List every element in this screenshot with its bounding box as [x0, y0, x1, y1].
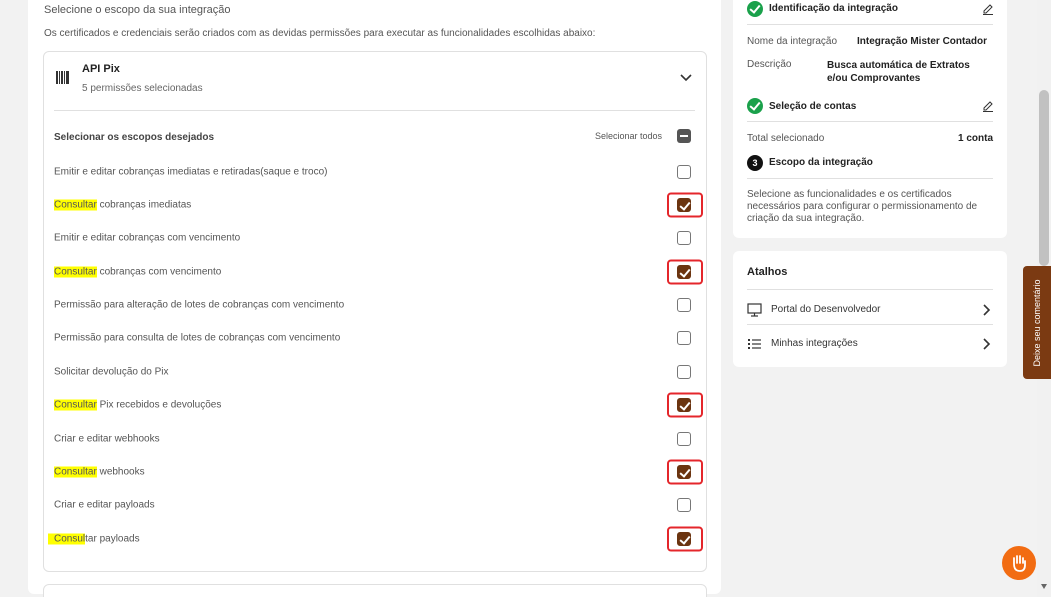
check-circle-icon	[747, 1, 763, 17]
chevron-right-icon	[983, 304, 991, 316]
permission-label: Criar e editar webhooks	[54, 434, 160, 445]
description-label: Descrição	[747, 59, 792, 70]
permissions-count: 5 permissões selecionadas	[82, 83, 203, 94]
chevron-right-icon	[983, 338, 991, 350]
permission-text: Criar e editar webhooks	[54, 433, 160, 445]
permission-text: cobranças imediatas	[96, 199, 192, 211]
scroll-down-arrow-icon[interactable]	[1041, 584, 1047, 589]
edit-icon[interactable]	[982, 3, 994, 15]
permission-text: Pix recebidos e devoluções	[96, 399, 222, 411]
permission-checkbox[interactable]	[677, 298, 691, 312]
permission-row[interactable]: Consultar webhooks	[54, 457, 709, 487]
permission-text: Permissão para alteração de lotes de cob…	[54, 299, 345, 311]
step-identification-title: Identificação da integração	[769, 3, 898, 14]
permission-checkbox[interactable]	[677, 231, 691, 245]
divider	[54, 110, 695, 111]
step-scope-title: Escopo da integração	[769, 157, 873, 168]
description-value: Busca automática de Extratos e/ou Compro…	[827, 60, 970, 84]
step-scope-description: Selecione as funcionalidades e os certif…	[747, 189, 978, 224]
annotation-box	[667, 259, 703, 285]
permission-row[interactable]: Emitir e editar cobranças com vencimento	[54, 223, 709, 253]
divider	[747, 324, 993, 325]
developer-portal-label: Portal do Desenvolvedor	[771, 304, 881, 315]
permission-row[interactable]: Criar e editar webhooks	[54, 424, 709, 454]
permission-row[interactable]: Consultar payloads	[48, 524, 709, 554]
divider	[747, 24, 993, 25]
permission-row[interactable]: Criar e editar payloads	[54, 490, 709, 520]
divider	[747, 178, 993, 179]
total-selected-label: Total selecionado	[747, 133, 825, 144]
permission-row[interactable]: Solicitar devolução do Pix	[54, 357, 709, 387]
permission-text: tar payloads	[85, 533, 140, 545]
permission-text: Criar e editar payloads	[54, 499, 155, 511]
annotation-box	[667, 192, 703, 218]
scope-title: Selecione o escopo da sua integração	[44, 4, 231, 16]
permission-label: Criar e editar payloads	[54, 500, 155, 511]
check-circle-icon	[747, 98, 763, 114]
permission-label: Consultar Pix recebidos e devoluções	[54, 399, 222, 411]
permission-text: Emitir e editar cobranças imediatas e re…	[54, 166, 328, 178]
highlighted-text: Consultar	[54, 266, 97, 278]
permission-label: Emitir e editar cobranças com vencimento	[54, 233, 240, 244]
permission-row[interactable]: Consultar Pix recebidos e devoluções	[54, 390, 709, 420]
feedback-label: Deixe seu comentário	[1032, 278, 1042, 367]
highlighted-text: Consultar	[54, 399, 97, 411]
monitor-icon	[747, 303, 762, 317]
highlighted-text: Consultar	[54, 466, 97, 478]
permission-label: Emitir e editar cobranças imediatas e re…	[54, 167, 327, 178]
permission-checkbox[interactable]	[677, 165, 691, 179]
permission-label: Consultar cobranças imediatas	[54, 199, 192, 211]
barcode-icon	[56, 71, 69, 84]
permission-row[interactable]: Permissão para consulta de lotes de cobr…	[54, 323, 709, 353]
total-selected-value: 1 conta	[958, 133, 994, 144]
annotation-box	[667, 459, 703, 485]
permission-label: Consultar webhooks	[54, 466, 145, 478]
divider	[747, 121, 993, 122]
permission-checkbox[interactable]	[677, 498, 691, 512]
highlighted-text: Consul	[48, 533, 86, 545]
chevron-down-icon[interactable]	[679, 71, 693, 85]
select-all-label: Selecionar todos	[595, 131, 663, 141]
permission-label: Consultar cobranças com vencimento	[54, 266, 222, 278]
permission-label: Solicitar devolução do Pix	[54, 367, 169, 378]
developer-portal-link[interactable]: Portal do Desenvolvedor	[747, 298, 993, 322]
integration-name-value: Integração Mister Contador	[857, 36, 988, 47]
hand-icon	[1013, 555, 1026, 572]
permission-row[interactable]: Consultar cobranças imediatas	[54, 190, 709, 220]
permission-label: Permissão para consulta de lotes de cobr…	[54, 333, 340, 344]
permission-row[interactable]: Permissão para alteração de lotes de cob…	[54, 290, 709, 320]
permission-checkbox[interactable]	[677, 331, 691, 345]
annotation-box	[667, 526, 703, 552]
permission-checkbox[interactable]	[677, 432, 691, 446]
permission-label: Permissão para alteração de lotes de cob…	[54, 300, 344, 311]
permission-text: Emitir e editar cobranças com vencimento	[54, 232, 241, 244]
permission-checkbox[interactable]	[677, 365, 691, 379]
scope-description: Os certificados e credenciais serão cria…	[44, 28, 596, 39]
permission-label: Consultar payloads	[48, 533, 140, 545]
permission-row[interactable]: Emitir e editar cobranças imediatas e re…	[54, 157, 709, 187]
annotation-box	[667, 392, 703, 418]
my-integrations-label: Minhas integrações	[771, 338, 858, 349]
edit-icon[interactable]	[982, 100, 994, 112]
integration-name-label: Nome da integração	[747, 36, 838, 47]
select-all-checkbox[interactable]	[677, 129, 691, 143]
permission-text: cobranças com vencimento	[96, 266, 222, 278]
permission-text: webhooks	[96, 466, 145, 478]
scopes-label: Selecionar os escopos desejados	[54, 132, 215, 143]
permission-row[interactable]: Consultar cobranças com vencimento	[54, 257, 709, 287]
list-icon	[748, 339, 761, 349]
chat-fab-button[interactable]	[1002, 546, 1036, 580]
permission-text: Solicitar devolução do Pix	[54, 366, 169, 378]
permission-text: Permissão para consulta de lotes de cobr…	[54, 332, 341, 344]
my-integrations-link[interactable]: Minhas integrações	[747, 332, 993, 356]
next-api-panel[interactable]	[43, 584, 707, 597]
shortcuts-title: Atalhos	[747, 266, 788, 278]
step-accounts-title: Seleção de contas	[769, 101, 857, 112]
scrollbar-thumb[interactable]	[1039, 90, 1049, 266]
feedback-tab[interactable]: Deixe seu comentário	[1023, 266, 1051, 379]
divider	[747, 289, 993, 290]
step-number: 3	[747, 155, 763, 171]
highlighted-text: Consultar	[54, 199, 97, 211]
api-pix-title: API Pix	[82, 63, 120, 75]
